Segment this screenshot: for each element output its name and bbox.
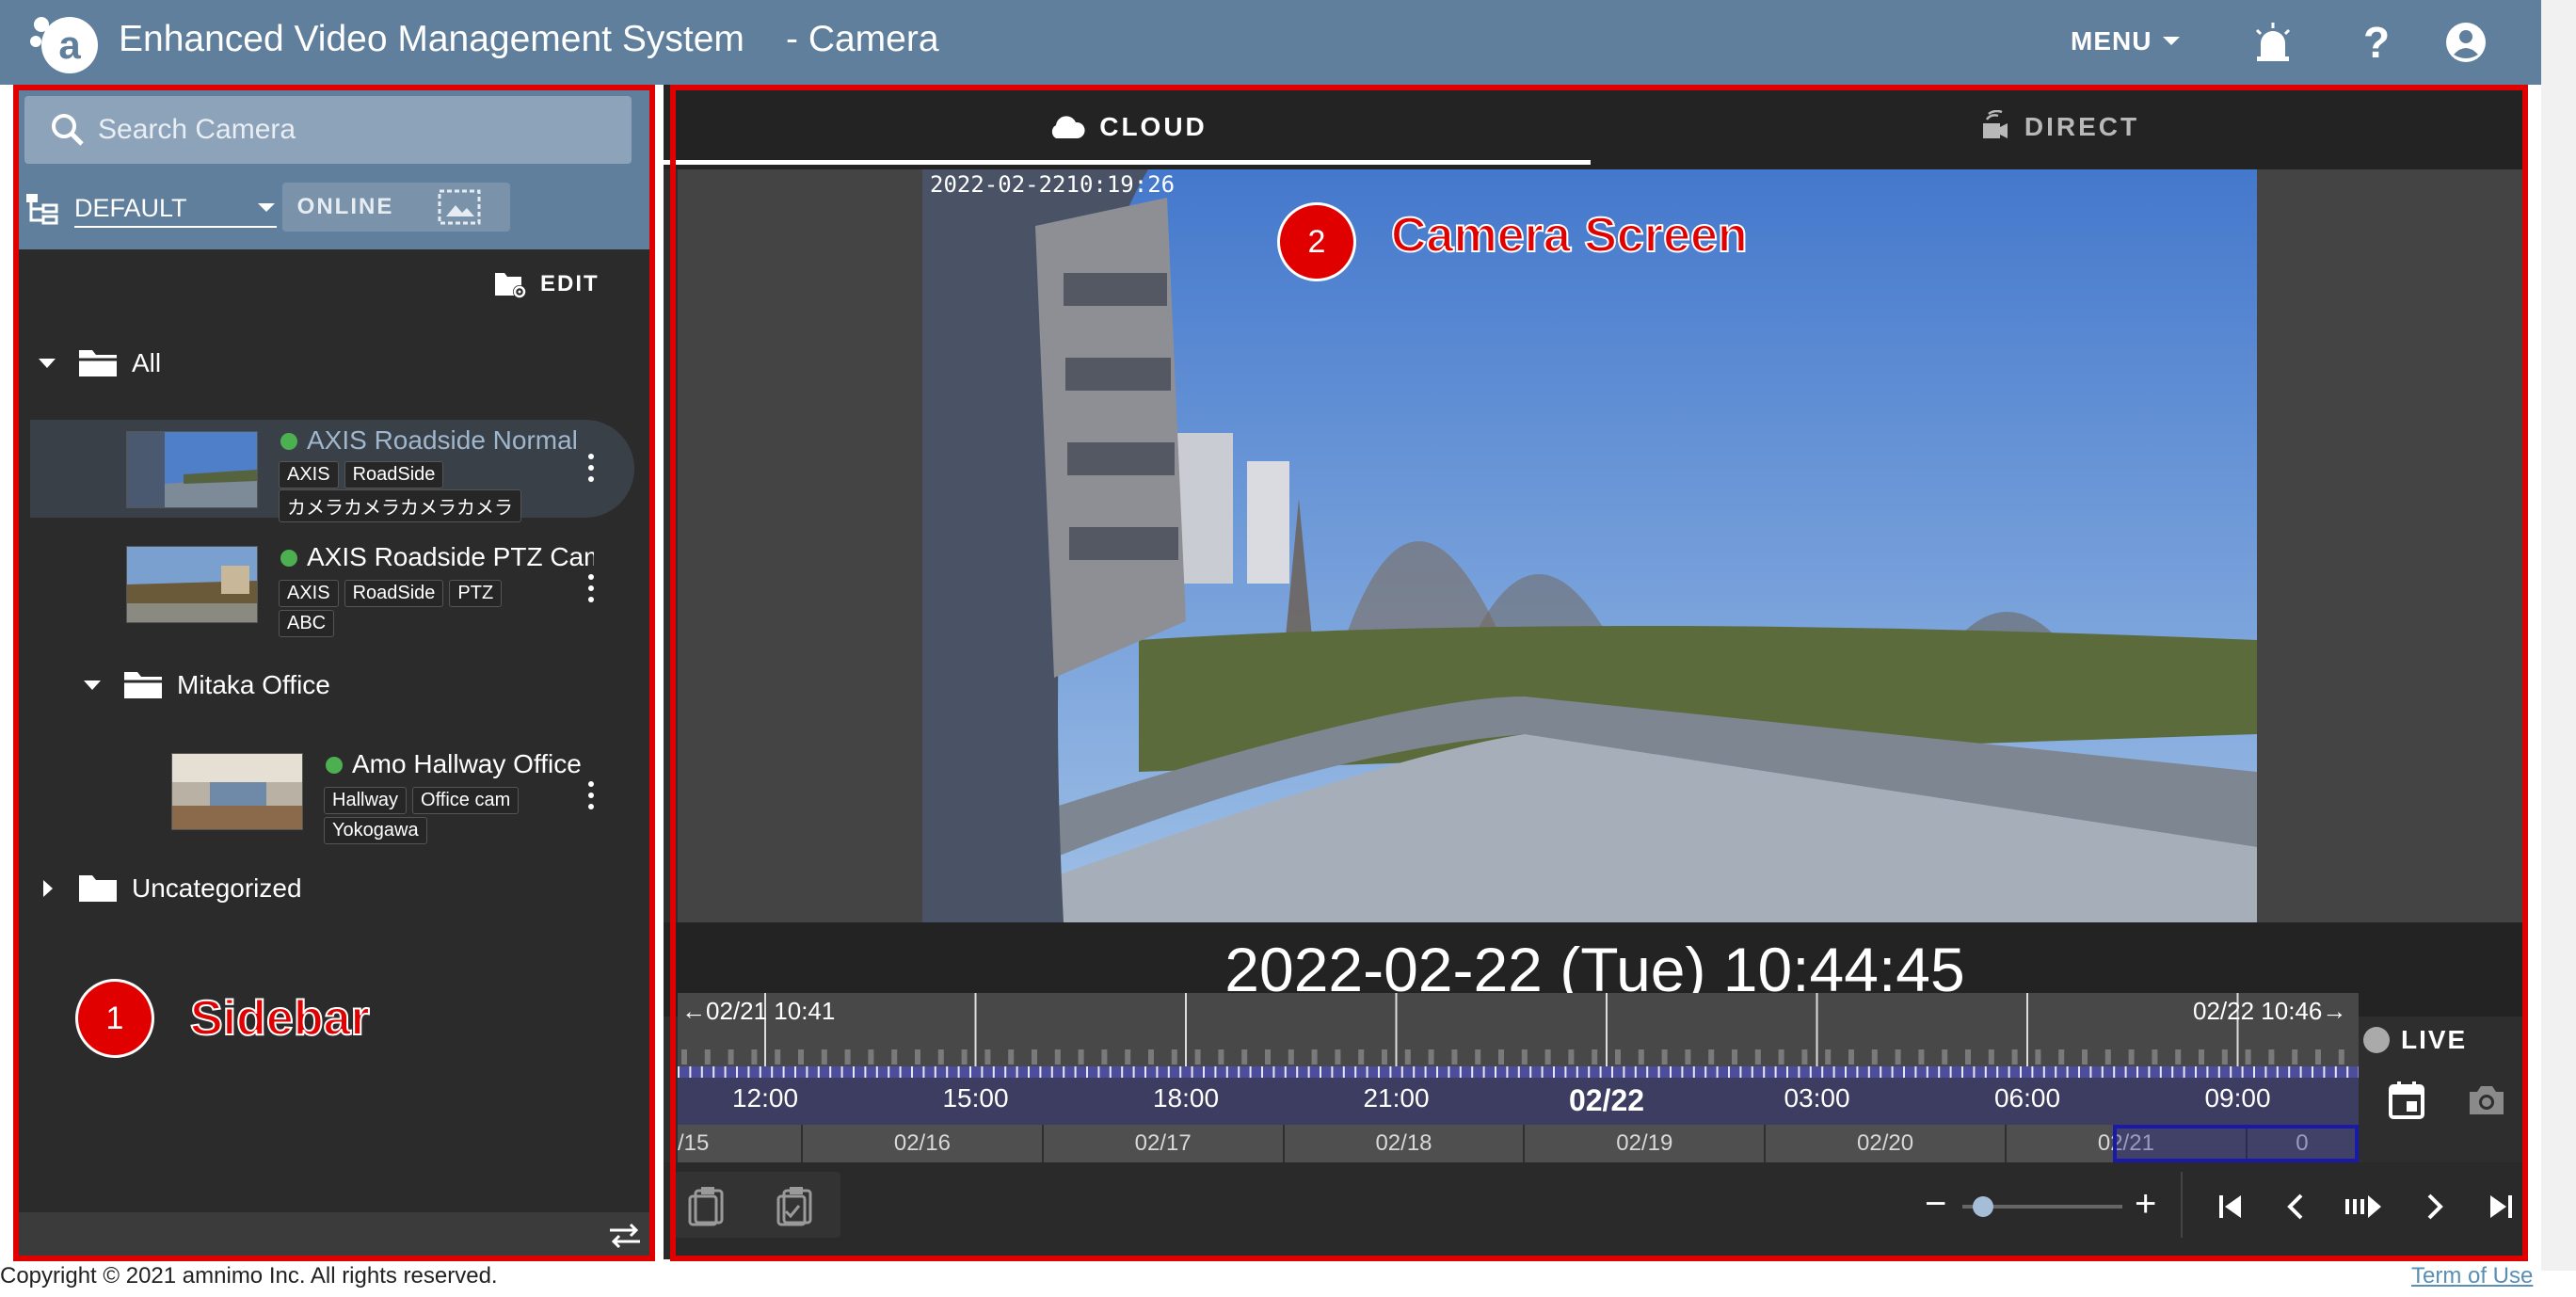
amnimo-logo-icon[interactable]: a <box>28 13 104 75</box>
menu-button[interactable]: MENU <box>2071 26 2182 56</box>
page-title: - Camera <box>786 19 939 59</box>
sidebar-annotation-frame <box>13 85 655 1261</box>
app-title: Enhanced Video Management System <box>119 19 744 59</box>
account-icon[interactable] <box>2442 19 2489 66</box>
chevron-down-icon <box>2163 37 2181 45</box>
help-icon[interactable]: ? <box>2353 18 2400 67</box>
app-header: a Enhanced Video Management System - Cam… <box>0 0 2541 85</box>
annotation-label: Camera Screen <box>1390 207 1749 264</box>
annotation-number-badge: 2 <box>1277 202 1356 281</box>
alert-icon[interactable] <box>2249 19 2296 66</box>
menu-label: MENU <box>2071 26 2152 56</box>
terms-of-use-link[interactable]: Term of Use <box>2411 1263 2533 1289</box>
copyright-text: Copyright © 2021 amnimo Inc. All rights … <box>0 1263 498 1289</box>
annotation-label: Sidebar <box>189 990 371 1047</box>
page-scrollbar[interactable] <box>2541 0 2576 1271</box>
svg-text:a: a <box>58 23 81 67</box>
annotation-number-badge: 1 <box>75 979 154 1058</box>
